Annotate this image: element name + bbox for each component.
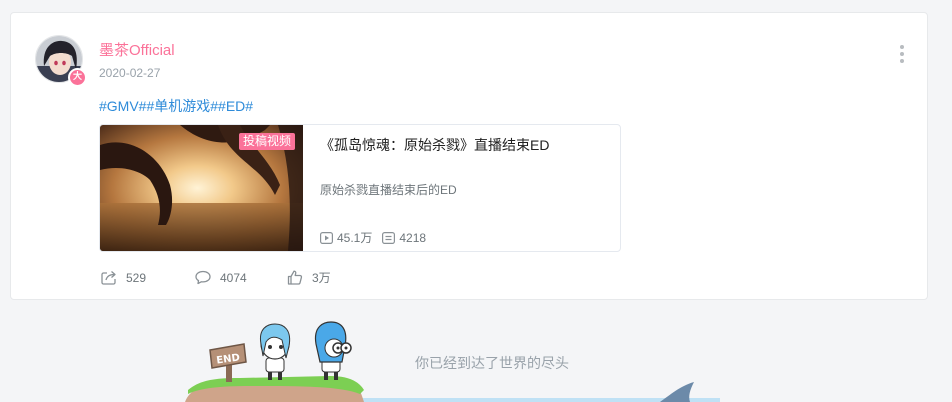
more-vertical-icon[interactable]	[898, 45, 906, 65]
video-stats: 45.1万 4218	[320, 229, 436, 246]
video-card[interactable]: 投稿视频 《孤岛惊魂：原始杀戮》直播结束ED 原始杀戮直播结束后的ED 45.1…	[99, 124, 621, 252]
play-icon	[320, 231, 333, 244]
vip-badge: 大	[68, 68, 87, 87]
topic-tag[interactable]: #ED#	[218, 98, 253, 114]
video-thumbnail[interactable]: 投稿视频	[100, 125, 303, 251]
end-sign-text: END	[216, 352, 241, 366]
view-count: 45.1万	[320, 229, 372, 246]
end-sign: END	[209, 343, 247, 382]
comment-icon	[195, 270, 211, 285]
share-count: 529	[126, 270, 147, 285]
comment-count: 4074	[220, 270, 247, 285]
end-of-feed-illustration: END	[185, 321, 720, 402]
video-title[interactable]: 《孤岛惊魂：原始杀戮》直播结束ED	[320, 135, 549, 155]
share-icon	[101, 271, 116, 285]
post-card: 大 墨茶Official 2020-02-27 #GMV##单机游戏##ED#	[10, 12, 928, 300]
like-button[interactable]: 3万	[287, 269, 331, 286]
action-bar: 529 4074 3万	[101, 269, 331, 286]
danmaku-icon	[382, 231, 396, 244]
topic-tags: #GMV##单机游戏##ED#	[99, 96, 253, 116]
topic-tag[interactable]: #GMV#	[99, 98, 146, 114]
username-link[interactable]: 墨茶Official	[99, 39, 175, 60]
comment-button[interactable]: 4074	[195, 270, 287, 285]
view-count-value: 45.1万	[337, 231, 373, 245]
video-type-badge: 投稿视频	[239, 133, 296, 150]
like-count: 3万	[312, 271, 331, 285]
like-icon	[287, 270, 303, 285]
post-date: 2020-02-27	[99, 66, 161, 80]
danmaku-count: 4218	[382, 231, 426, 245]
danmaku-count-value: 4218	[399, 230, 427, 245]
share-button[interactable]: 529	[101, 270, 195, 285]
mascot-33	[259, 323, 291, 380]
video-description: 原始杀戮直播结束后的ED	[320, 183, 457, 197]
end-of-feed-message: 你已经到达了世界的尽头	[415, 355, 569, 371]
topic-tag[interactable]: #单机游戏#	[146, 98, 218, 114]
mascot-22	[314, 321, 352, 380]
